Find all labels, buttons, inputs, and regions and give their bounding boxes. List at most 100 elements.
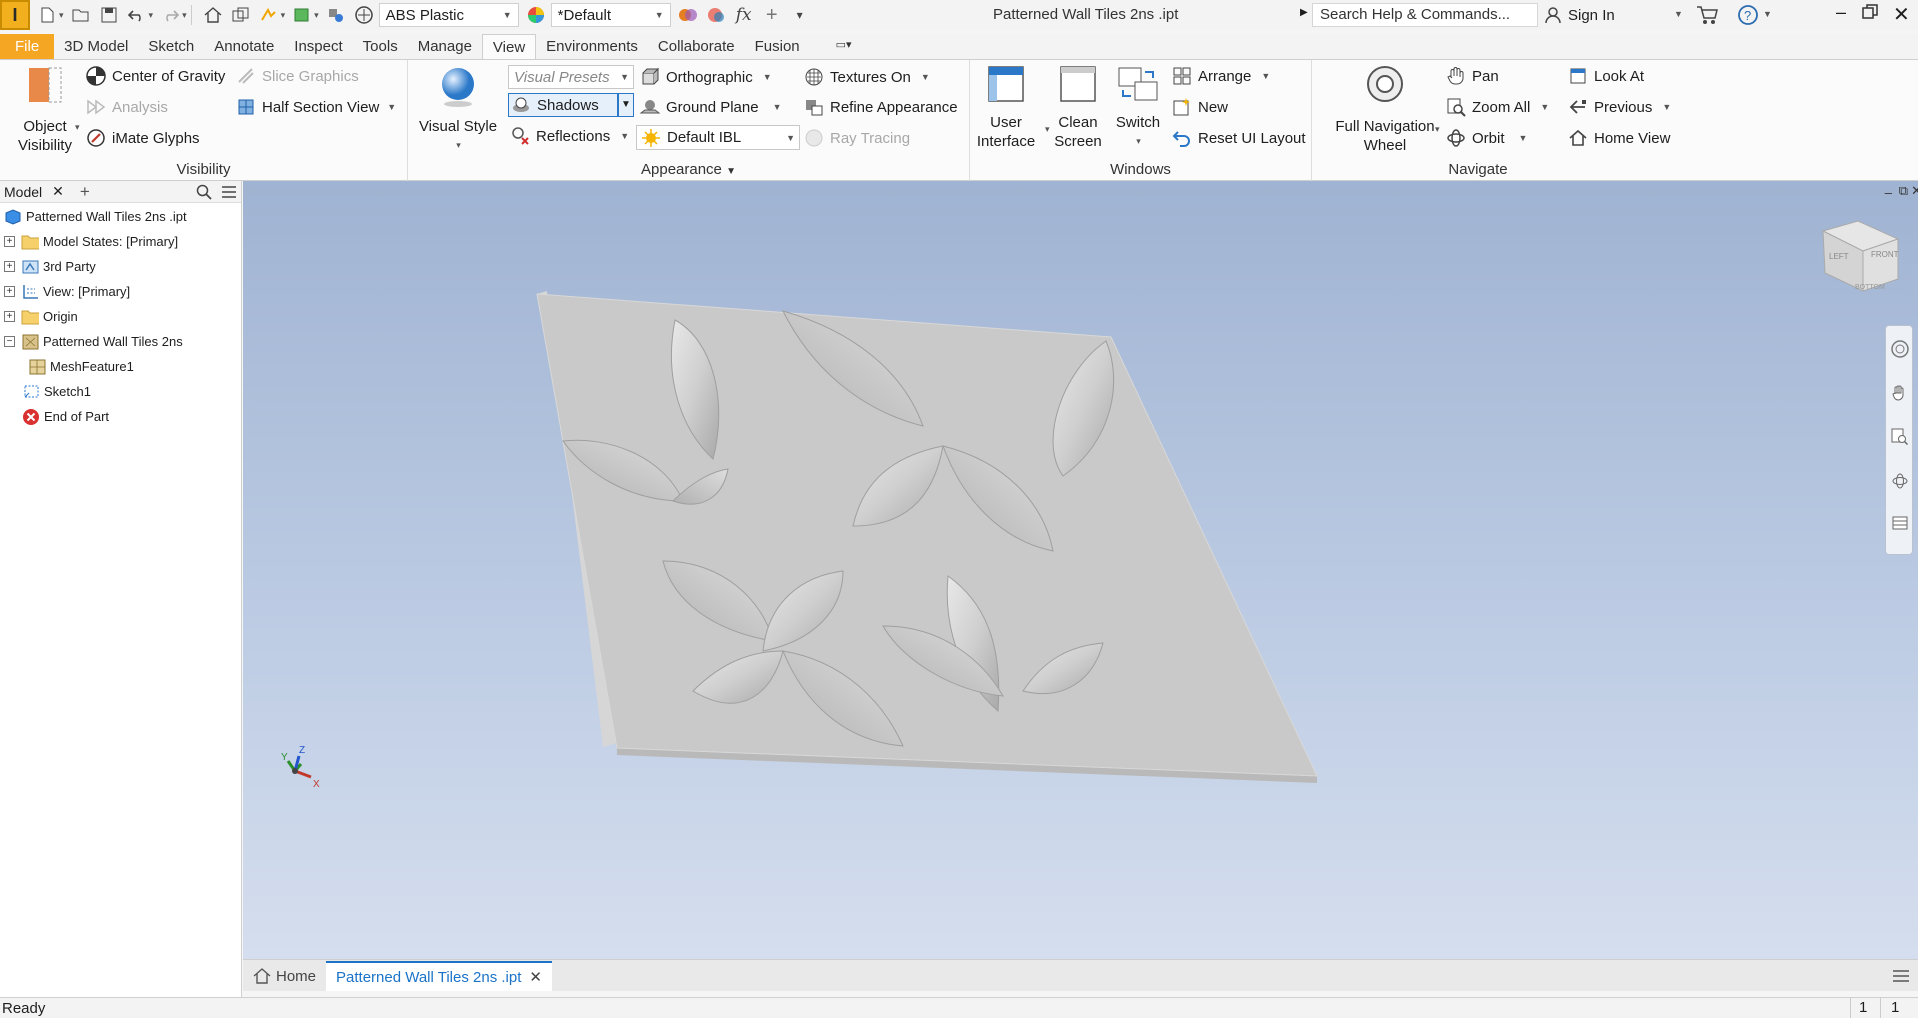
- ibl-select[interactable]: Default IBL ▼: [636, 125, 800, 150]
- redo-icon[interactable]: [159, 4, 181, 26]
- ground-plane-button[interactable]: Ground Plane ▼: [640, 95, 782, 119]
- switch-button[interactable]: Switch ▾: [1110, 64, 1166, 151]
- menu-icon[interactable]: [221, 184, 237, 203]
- add-icon[interactable]: +: [761, 4, 783, 26]
- close-window-button[interactable]: ✕: [1893, 2, 1910, 27]
- reflections-button[interactable]: Reflections ▼: [510, 124, 629, 148]
- close-icon[interactable]: ✕: [52, 183, 64, 200]
- collapse-icon[interactable]: −: [4, 335, 15, 347]
- object-visibility-dropdown[interactable]: ▾: [75, 122, 80, 133]
- select-icon[interactable]: [291, 4, 313, 26]
- home-icon[interactable]: [202, 4, 224, 26]
- new-dropdown[interactable]: ▾: [59, 10, 64, 21]
- zoom-icon[interactable]: [1891, 428, 1909, 450]
- appearance-group-label[interactable]: Appearance ▼: [408, 161, 969, 178]
- tree-node-end-of-part[interactable]: End of Part: [16, 405, 109, 427]
- cart-icon[interactable]: [1695, 4, 1719, 30]
- tree-node-3rd-party[interactable]: + 3rd Party: [0, 255, 96, 277]
- tree-node-model-states[interactable]: + Model States: [Primary]: [0, 230, 178, 252]
- appearance-select[interactable]: *Default ▼: [550, 3, 671, 27]
- help-dropdown[interactable]: ▼: [1763, 9, 1772, 19]
- analysis-button[interactable]: Analysis: [86, 95, 168, 119]
- search-icon[interactable]: [196, 184, 212, 203]
- orbit-icon[interactable]: [1891, 472, 1909, 494]
- ray-tracing-button[interactable]: Ray Tracing: [804, 126, 910, 150]
- graphics-viewport[interactable]: – ⧉ ✕ Y X Z FRONT LEFT BOTTOM: [243, 181, 1918, 959]
- expand-icon[interactable]: +: [4, 235, 15, 247]
- user-interface-button[interactable]: User Interface: [976, 64, 1036, 151]
- orthographic-button[interactable]: Orthographic ▼: [640, 65, 772, 89]
- tab-sketch[interactable]: Sketch: [138, 34, 204, 60]
- tab-environments[interactable]: Environments: [536, 34, 648, 60]
- refine-appearance-button[interactable]: Refine Appearance: [804, 95, 958, 119]
- previous-view-button[interactable]: Previous ▼: [1568, 95, 1671, 119]
- shadows-button[interactable]: Shadows: [508, 93, 618, 117]
- minimize-button[interactable]: –: [1836, 2, 1846, 23]
- clean-screen-button[interactable]: Clean Screen: [1050, 64, 1106, 151]
- undo-dropdown[interactable]: ▾: [149, 10, 154, 21]
- expand-icon[interactable]: +: [4, 310, 15, 322]
- redo-dropdown[interactable]: ▾: [182, 10, 187, 21]
- expand-arrow-icon[interactable]: ▶: [1300, 7, 1308, 18]
- ribbon-display-toggle[interactable]: ▭▾: [826, 34, 862, 60]
- slice-graphics-button[interactable]: Slice Graphics: [236, 64, 359, 88]
- app-menu-button[interactable]: I: [0, 0, 30, 30]
- steering-wheel-icon[interactable]: [1891, 340, 1909, 362]
- look-at-button[interactable]: Look At: [1568, 64, 1644, 88]
- browser-tab-model[interactable]: Model: [4, 184, 42, 200]
- new-window-button[interactable]: New: [1172, 95, 1228, 119]
- reset-ui-layout-button[interactable]: Reset UI Layout: [1172, 126, 1306, 150]
- tree-node-root[interactable]: Patterned Wall Tiles 2ns .ipt: [2, 205, 187, 227]
- zoom-all-button[interactable]: Zoom All ▼: [1446, 95, 1549, 119]
- material-icon[interactable]: [325, 4, 347, 26]
- adjust-appearance-icon[interactable]: [677, 4, 699, 26]
- add-browser-tab-icon[interactable]: +: [80, 182, 90, 202]
- imate-glyphs-button[interactable]: iMate Glyphs: [86, 126, 200, 150]
- full-navigation-wheel-button[interactable]: Full Navigation Wheel: [1326, 64, 1444, 155]
- material-select[interactable]: ABS Plastic ▼: [378, 3, 519, 27]
- help-icon[interactable]: ?: [1737, 4, 1759, 30]
- pan-button[interactable]: Pan: [1446, 64, 1499, 88]
- tab-file[interactable]: File: [0, 34, 55, 60]
- sign-in-button[interactable]: Sign In: [1543, 5, 1615, 25]
- open-icon[interactable]: [70, 4, 92, 26]
- save-icon[interactable]: [98, 4, 120, 26]
- arrange-button[interactable]: Arrange ▼: [1172, 64, 1270, 88]
- update-dropdown[interactable]: ▾: [281, 10, 286, 21]
- tab-3d-model[interactable]: 3D Model: [54, 34, 138, 60]
- tree-node-view[interactable]: + View: [Primary]: [0, 280, 130, 302]
- visual-presets-select[interactable]: Visual Presets ▼: [508, 65, 634, 89]
- tab-inspect[interactable]: Inspect: [284, 34, 352, 60]
- tree-node-sketch[interactable]: Sketch1: [16, 380, 91, 402]
- tab-manage[interactable]: Manage: [408, 34, 482, 60]
- select-dropdown[interactable]: ▾: [314, 10, 319, 21]
- appearance-override-icon[interactable]: [353, 4, 375, 26]
- hamburger-menu-icon[interactable]: [1892, 968, 1910, 988]
- tree-node-mesh-feature[interactable]: MeshFeature1: [22, 355, 134, 377]
- tab-collaborate[interactable]: Collaborate: [648, 34, 745, 60]
- parameters-fx-icon[interactable]: fx: [733, 4, 755, 26]
- tree-node-origin[interactable]: + Origin: [0, 305, 78, 327]
- visual-style-button[interactable]: Visual Style ▾: [418, 64, 498, 155]
- navigation-wheel-dropdown[interactable]: ▾: [1435, 124, 1440, 135]
- tile-model[interactable]: Y X Z FRONT LEFT BOTTOM: [243, 181, 1918, 959]
- restore-button[interactable]: [1862, 4, 1878, 24]
- orbit-button[interactable]: Orbit ▼: [1446, 126, 1527, 150]
- update-icon[interactable]: [258, 4, 280, 26]
- look-at-icon[interactable]: [1891, 514, 1909, 536]
- pan-hand-icon[interactable]: [1891, 384, 1909, 406]
- shadows-dropdown[interactable]: ▼: [618, 93, 634, 117]
- sign-in-dropdown[interactable]: ▼: [1674, 9, 1683, 19]
- undo-icon[interactable]: [126, 4, 148, 26]
- textures-on-button[interactable]: Textures On ▼: [804, 65, 930, 89]
- expand-icon[interactable]: +: [4, 260, 15, 272]
- object-visibility-button[interactable]: Object Visibility: [10, 64, 80, 155]
- tab-annotate[interactable]: Annotate: [204, 34, 284, 60]
- user-interface-dropdown[interactable]: ▾: [1045, 124, 1050, 135]
- home-view-button[interactable]: Home View: [1568, 126, 1670, 150]
- center-of-gravity-button[interactable]: Center of Gravity: [86, 64, 225, 88]
- tab-fusion[interactable]: Fusion: [745, 34, 810, 60]
- clear-appearance-icon[interactable]: [705, 4, 727, 26]
- tab-tools[interactable]: Tools: [353, 34, 408, 60]
- color-wheel-icon[interactable]: [525, 4, 547, 26]
